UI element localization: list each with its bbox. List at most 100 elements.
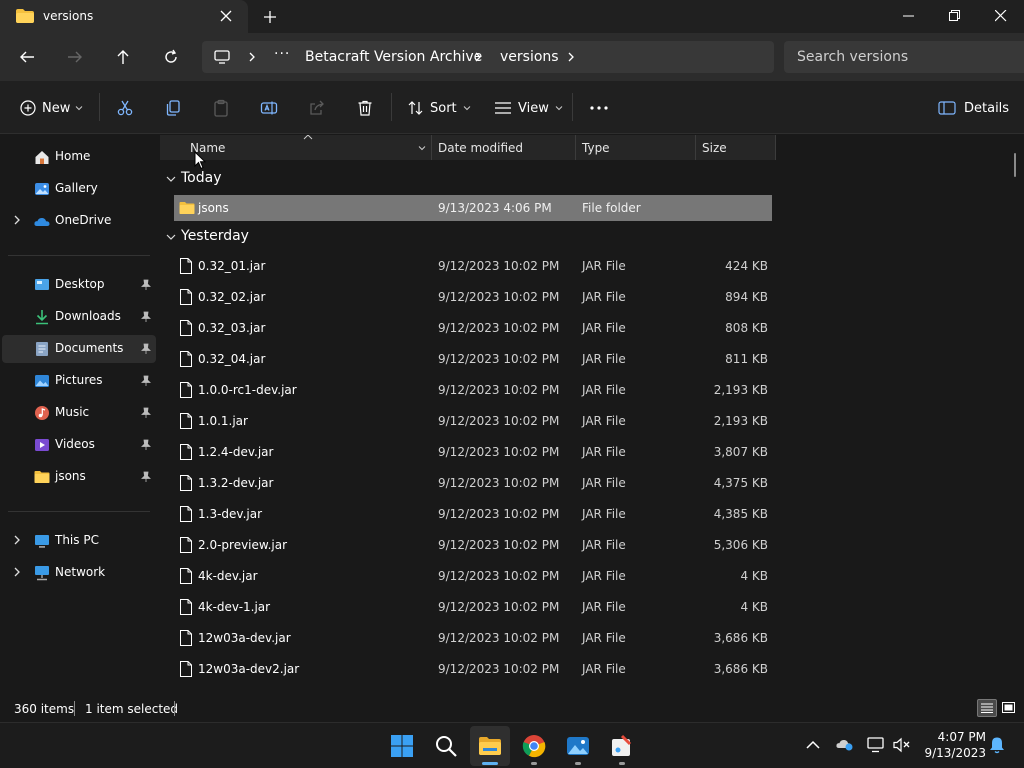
onedrive-status-icon[interactable]: [836, 736, 854, 752]
table-row[interactable]: 2.0-preview.jar 9/12/2023 10:02 PM JAR Fil…: [174, 532, 772, 558]
chevron-right-icon[interactable]: [12, 535, 22, 545]
group-header-yesterday[interactable]: Yesterday: [166, 224, 406, 250]
table-row[interactable]: 0.32_02.jar 9/12/2023 10:02 PM JAR File 894…: [174, 284, 772, 310]
network-status-icon[interactable]: [867, 736, 885, 754]
sidebar-item-documents[interactable]: Documents: [2, 335, 156, 363]
pin-icon[interactable]: [141, 279, 151, 291]
copy-button[interactable]: [164, 95, 182, 121]
file-icon: [180, 630, 192, 646]
pin-icon[interactable]: [141, 311, 151, 323]
pin-icon[interactable]: [141, 343, 151, 355]
forward-button[interactable]: [62, 45, 88, 69]
table-row[interactable]: 4k-dev.jar 9/12/2023 10:02 PM JAR File 4 KB: [174, 563, 772, 589]
new-button[interactable]: New: [20, 95, 83, 121]
sidebar-item-jsons[interactable]: jsons: [2, 463, 156, 491]
column-date-modified[interactable]: Date modified: [438, 141, 523, 155]
sidebar-item-music[interactable]: Music: [2, 399, 156, 427]
chevron-down-icon[interactable]: [418, 144, 426, 152]
pin-icon[interactable]: [141, 439, 151, 451]
column-divider[interactable]: [775, 135, 776, 160]
table-row[interactable]: 0.32_04.jar 9/12/2023 10:02 PM JAR File 811…: [174, 346, 772, 372]
close-tab-icon[interactable]: [216, 6, 236, 26]
taskbar-search-button[interactable]: [426, 726, 466, 766]
volume-muted-icon[interactable]: [893, 736, 911, 754]
table-row[interactable]: 4k-dev-1.jar 9/12/2023 10:02 PM JAR File 4 …: [174, 594, 772, 620]
table-row[interactable]: 12w03a-dev.jar 9/12/2023 10:02 PM JAR File…: [174, 625, 772, 651]
table-row[interactable]: 1.2.4-dev.jar 9/12/2023 10:02 PM JAR File 3…: [174, 439, 772, 465]
divider: [99, 93, 100, 121]
table-row[interactable]: 1.0.0-rc1-dev.jar 9/12/2023 10:02 PM JAR F…: [174, 377, 772, 403]
tiles-view-button[interactable]: [999, 699, 1019, 717]
scrollbar-thumb[interactable]: [1014, 153, 1016, 177]
view-button[interactable]: View: [494, 95, 563, 121]
refresh-button[interactable]: [158, 45, 184, 69]
taskbar: 4:07 PM 9/13/2023: [0, 722, 1024, 768]
breadcrumb[interactable]: ··· Betacraft Version Archive versions: [202, 41, 774, 73]
start-button[interactable]: [382, 726, 422, 766]
sidebar-item-pictures[interactable]: Pictures: [2, 367, 156, 395]
column-divider[interactable]: [695, 135, 696, 160]
column-divider[interactable]: [575, 135, 576, 160]
sidebar-item-label: Documents: [55, 341, 124, 355]
table-row[interactable]: 0.32_01.jar 9/12/2023 10:02 PM JAR File 424…: [174, 253, 772, 279]
column-size[interactable]: Size: [702, 141, 727, 155]
sidebar-item-network[interactable]: Network: [2, 559, 156, 587]
taskbar-paint[interactable]: [602, 726, 642, 766]
sidebar-item-desktop[interactable]: Desktop: [2, 271, 156, 299]
pin-icon[interactable]: [141, 407, 151, 419]
chevron-up-icon[interactable]: [806, 740, 820, 750]
file-size: 2,193 KB: [713, 383, 768, 397]
up-button[interactable]: [110, 45, 136, 69]
sidebar-item-gallery[interactable]: Gallery: [2, 175, 156, 203]
details-button[interactable]: Details: [938, 95, 1009, 121]
file-type: JAR File: [582, 600, 626, 614]
file-type: JAR File: [582, 259, 626, 273]
sidebar-item-downloads[interactable]: Downloads: [2, 303, 156, 331]
pin-icon[interactable]: [141, 375, 151, 387]
minimize-button[interactable]: [886, 0, 932, 33]
taskbar-chrome[interactable]: [514, 726, 554, 766]
delete-button[interactable]: [356, 95, 374, 121]
table-row[interactable]: 12w03a-dev2.jar 9/12/2023 10:02 PM JAR Fil…: [174, 656, 772, 682]
maximize-button[interactable]: [932, 0, 978, 33]
table-row[interactable]: 1.0.1.jar 9/12/2023 10:02 PM JAR File 2,193…: [174, 408, 772, 434]
table-row[interactable]: 1.3-dev.jar 9/12/2023 10:02 PM JAR File 4,3…: [174, 501, 772, 527]
chevron-right-icon[interactable]: [12, 567, 22, 577]
chevron-down-icon: [166, 234, 176, 240]
close-window-button[interactable]: [978, 0, 1024, 33]
arrow-up-icon: [117, 50, 129, 64]
file-name: jsons: [198, 201, 229, 215]
breadcrumb-item[interactable]: versions: [500, 49, 559, 65]
details-view-button[interactable]: [977, 699, 997, 717]
chevron-right-icon[interactable]: [12, 215, 22, 225]
sort-button[interactable]: Sort: [408, 95, 471, 121]
plus-circle-icon: [20, 100, 36, 116]
sidebar-item-this-pc[interactable]: This PC: [2, 527, 156, 555]
view-list-icon: [495, 102, 511, 114]
tab-versions[interactable]: versions: [0, 0, 248, 33]
file-name: 1.3.2-dev.jar: [198, 476, 274, 490]
breadcrumb-overflow-icon[interactable]: ···: [274, 46, 290, 62]
cut-button[interactable]: [116, 95, 134, 121]
rename-button[interactable]: [260, 95, 278, 121]
search-input[interactable]: Search versions: [784, 41, 1024, 73]
sidebar-item-videos[interactable]: Videos: [2, 431, 156, 459]
table-row[interactable]: jsons 9/13/2023 4:06 PM File folder: [174, 195, 772, 221]
share-button[interactable]: [308, 95, 326, 121]
table-row[interactable]: 0.32_03.jar 9/12/2023 10:02 PM JAR File 808…: [174, 315, 772, 341]
breadcrumb-item[interactable]: Betacraft Version Archive: [305, 49, 482, 65]
column-type[interactable]: Type: [582, 141, 610, 155]
taskbar-file-explorer[interactable]: [470, 726, 510, 766]
new-tab-icon[interactable]: [259, 6, 281, 28]
column-divider[interactable]: [431, 135, 432, 160]
back-button[interactable]: [14, 45, 40, 69]
table-row[interactable]: 1.3.2-dev.jar 9/12/2023 10:02 PM JAR File 4…: [174, 470, 772, 496]
paste-button[interactable]: [212, 95, 230, 121]
taskbar-photos[interactable]: [558, 726, 598, 766]
sidebar-item-onedrive[interactable]: OneDrive: [2, 207, 156, 235]
system-clock[interactable]: 4:07 PM 9/13/2023: [920, 729, 986, 761]
sidebar-item-home[interactable]: Home: [2, 143, 156, 171]
pin-icon[interactable]: [141, 471, 151, 483]
notification-bell-icon[interactable]: [989, 736, 1005, 754]
more-options-button[interactable]: [589, 95, 609, 121]
